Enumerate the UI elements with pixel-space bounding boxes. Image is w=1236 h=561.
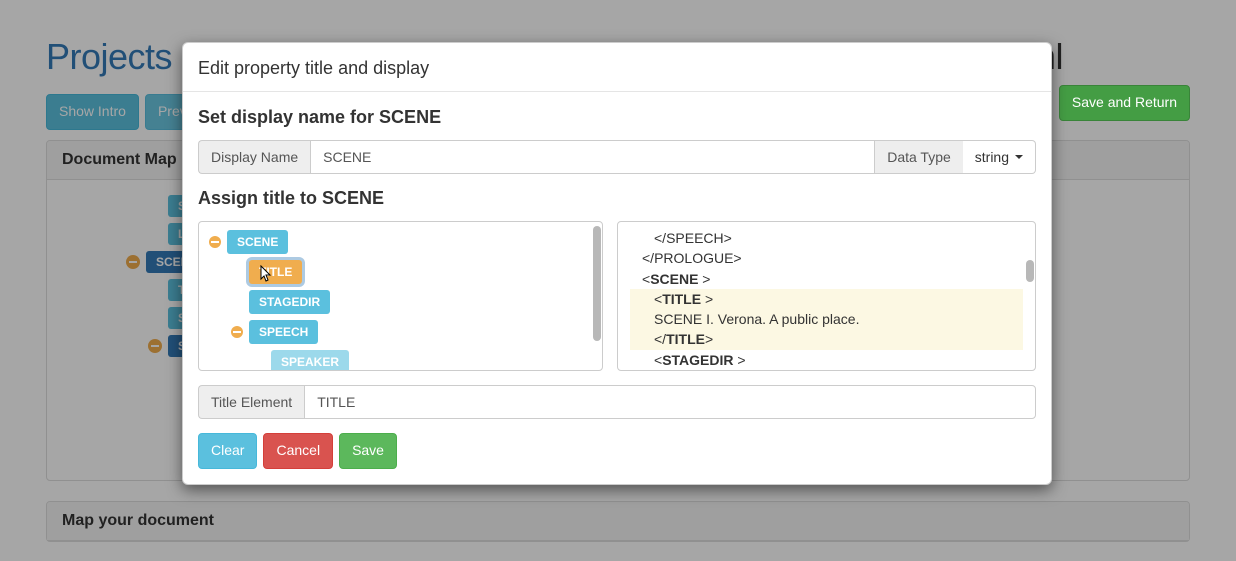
xml-preview-pane: </SPEECH> </PROLOGUE> <SCENE > <TITLE > … xyxy=(617,221,1036,371)
title-element-input[interactable] xyxy=(304,385,1036,419)
xml-scrollbar[interactable] xyxy=(1025,224,1035,368)
xml-line: </SPEECH> xyxy=(630,228,1023,248)
tree-node-speaker[interactable]: SPEAKER xyxy=(253,350,592,371)
save-button[interactable]: Save xyxy=(339,433,397,469)
modal-title: Edit property title and display xyxy=(183,43,1051,92)
data-type-value: string xyxy=(975,149,1009,165)
display-name-input[interactable] xyxy=(310,140,875,174)
tree-node-title[interactable]: TITLE xyxy=(231,260,592,284)
xml-line: <SCENE > xyxy=(630,269,1023,289)
edit-property-modal: Edit property title and display Set disp… xyxy=(182,42,1052,485)
tree-node-stagedir[interactable]: STAGEDIR xyxy=(231,290,592,314)
xml-line: Enter SAMPSON and GREGORY, of the house … xyxy=(630,370,1023,371)
tree-node-scene[interactable]: SCENE xyxy=(209,230,592,254)
xml-line: <STAGEDIR > xyxy=(630,350,1023,370)
chevron-down-icon xyxy=(1015,155,1023,159)
data-type-dropdown[interactable]: string xyxy=(963,140,1036,174)
display-name-label: Display Name xyxy=(198,140,310,174)
display-name-group: Display Name Data Type string xyxy=(198,140,1036,174)
modal-footer: Clear Cancel Save xyxy=(198,433,1036,469)
section-display-name: Set display name for SCENE xyxy=(198,107,1036,128)
title-element-group: Title Element xyxy=(198,385,1036,419)
save-and-return-button[interactable]: Save and Return xyxy=(1059,85,1190,121)
data-type-label: Data Type xyxy=(875,140,963,174)
xml-line: SCENE I. Verona. A public place. xyxy=(630,309,1023,329)
tree-scrollbar[interactable] xyxy=(592,224,602,368)
xml-line: </TITLE> xyxy=(630,329,1023,349)
title-element-label: Title Element xyxy=(198,385,304,419)
section-assign-title: Assign title to SCENE xyxy=(198,188,1036,209)
element-tree-pane: SCENE TITLE STAGEDIR SPEECH SPEAKER xyxy=(198,221,603,371)
tree-node-speech[interactable]: SPEECH xyxy=(231,320,592,344)
xml-line: <TITLE > xyxy=(630,289,1023,309)
xml-line: </PROLOGUE> xyxy=(630,248,1023,268)
clear-button[interactable]: Clear xyxy=(198,433,257,469)
collapse-icon[interactable] xyxy=(231,326,243,338)
cancel-button[interactable]: Cancel xyxy=(263,433,333,469)
collapse-icon[interactable] xyxy=(209,236,221,248)
